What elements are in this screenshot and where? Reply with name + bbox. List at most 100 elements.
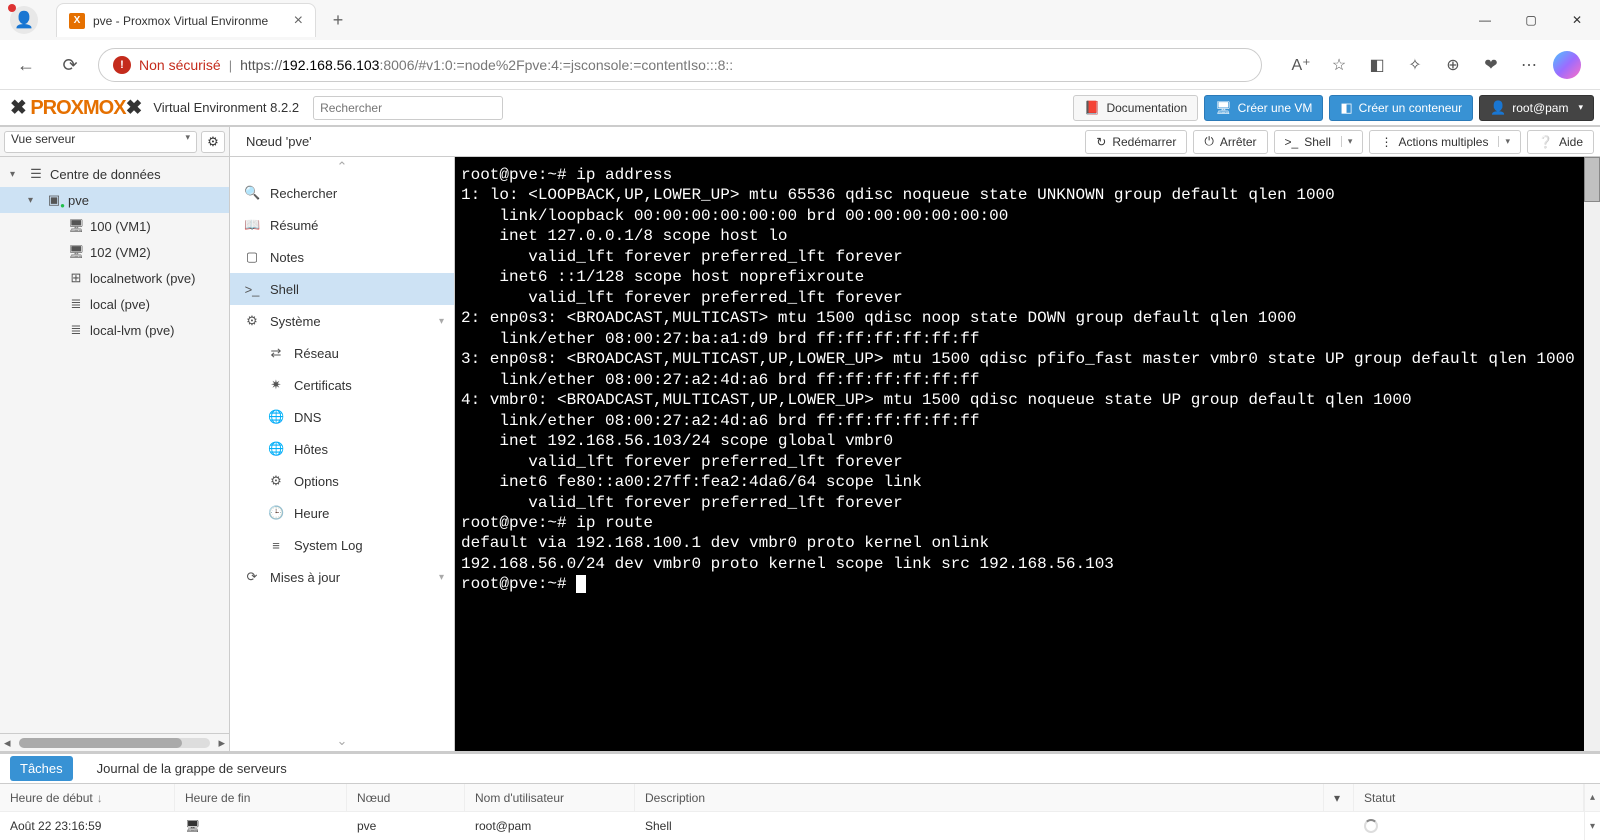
maximize-button[interactable]: ▢ xyxy=(1508,0,1554,40)
tree-item-100-vm1-[interactable]: 🖥 100 (VM1) xyxy=(0,213,229,239)
display-icon: 🖥 xyxy=(68,218,84,234)
read-aloud-icon[interactable]: A⁺ xyxy=(1284,48,1318,82)
app-body: Vue serveur▾ ⚙ ▾☰Centre de données▾▣pve🖥… xyxy=(0,126,1600,751)
log-header: Heure de début↓ Heure de fin Nœud Nom d'… xyxy=(0,784,1600,812)
nav-item-rechercher[interactable]: 🔍Rechercher xyxy=(230,177,454,209)
nav-item-options[interactable]: ⚙Options xyxy=(230,465,454,497)
new-tab-button[interactable]: + xyxy=(324,6,352,34)
tree-label: 102 (VM2) xyxy=(90,245,151,260)
address-bar[interactable]: ! Non sécurisé | https://192.168.56.103:… xyxy=(98,48,1262,82)
log-scroll-down[interactable]: ▾ xyxy=(1584,812,1600,840)
global-search-input[interactable] xyxy=(313,96,503,120)
task-row[interactable]: Août 22 23:16:59 🖥 pve root@pam Shell ▾ xyxy=(0,812,1600,840)
more-icon[interactable]: ⋯ xyxy=(1512,48,1546,82)
help-button[interactable]: ❔Aide xyxy=(1527,130,1594,154)
node-nav-list: 🔍Rechercher📖Résumé▢Notes>_Shell⚙Système▾… xyxy=(230,177,454,731)
nav-icon: >_ xyxy=(244,282,260,297)
split-icon[interactable]: ◧ xyxy=(1360,48,1394,82)
chevron-down-icon[interactable]: ▾ xyxy=(1498,136,1510,147)
col-menu[interactable]: ▾ xyxy=(1324,784,1354,811)
back-button[interactable]: ← xyxy=(10,49,42,81)
view-selector[interactable]: Vue serveur▾ xyxy=(4,131,197,153)
tree-label: 100 (VM1) xyxy=(90,219,151,234)
create-ct-button[interactable]: ◧Créer un conteneur xyxy=(1329,95,1473,121)
menu-icon: ⋮ xyxy=(1380,135,1392,149)
collapse-up-button[interactable]: ⌃ xyxy=(230,157,454,177)
tree-arrow-icon: ▾ xyxy=(10,169,22,180)
tree-item-102-vm2-[interactable]: 🖥102 (VM2) xyxy=(0,239,229,265)
tree-item-localnetwork-pve-[interactable]: ⊞localnetwork (pve) xyxy=(0,265,229,291)
create-vm-button[interactable]: 🖥Créer une VM xyxy=(1204,95,1323,121)
nav-icon: 🔍 xyxy=(244,185,260,201)
nav-item-h-tes[interactable]: 🌐Hôtes xyxy=(230,433,454,465)
nav-item-syst-me[interactable]: ⚙Système▾ xyxy=(230,305,454,337)
nav-label: Heure xyxy=(294,506,329,521)
content-panel: root@pve:~# ip address 1: lo: <LOOPBACK,… xyxy=(455,157,1600,751)
nav-item-dns[interactable]: 🌐DNS xyxy=(230,401,454,433)
log-scroll-up[interactable]: ▴ xyxy=(1584,784,1600,811)
browser-tab[interactable]: X pve - Proxmox Virtual Environme × xyxy=(56,3,316,37)
documentation-button[interactable]: 📕Documentation xyxy=(1073,95,1198,121)
resource-tree-panel: Vue serveur▾ ⚙ ▾☰Centre de données▾▣pve🖥… xyxy=(0,127,230,751)
shell-button[interactable]: >_Shell▾ xyxy=(1274,130,1364,154)
nav-item-notes[interactable]: ▢Notes xyxy=(230,241,454,273)
nav-item-r-sum-[interactable]: 📖Résumé xyxy=(230,209,454,241)
insecure-icon: ! xyxy=(113,56,131,74)
tree-item-pve[interactable]: ▾▣pve xyxy=(0,187,229,213)
nav-item-heure[interactable]: 🕒Heure xyxy=(230,497,454,529)
col-status[interactable]: Statut xyxy=(1354,784,1584,811)
terminal-icon: >_ xyxy=(1285,135,1299,149)
cell-desc: Shell xyxy=(635,812,1324,840)
nav-item-shell[interactable]: >_Shell xyxy=(230,273,454,305)
col-node[interactable]: Nœud xyxy=(347,784,465,811)
tab-title: pve - Proxmox Virtual Environme xyxy=(93,14,286,28)
refresh-button[interactable]: ⟳ xyxy=(54,49,86,81)
nav-item-mises-jour[interactable]: ⟳Mises à jour▾ xyxy=(230,561,454,593)
profile-avatar[interactable]: 👤 xyxy=(10,6,38,34)
minimize-button[interactable]: — xyxy=(1462,0,1508,40)
close-window-button[interactable]: ✕ xyxy=(1554,0,1600,40)
cell-status xyxy=(1354,812,1584,840)
user-label: root@pam xyxy=(1512,101,1568,115)
nav-icon: ≡ xyxy=(268,538,284,553)
console-scrollbar[interactable] xyxy=(1584,157,1600,751)
nav-icon: ▢ xyxy=(244,249,260,265)
network-icon: ⊞ xyxy=(68,270,84,286)
tree-item-local-pve-[interactable]: ≣local (pve) xyxy=(0,291,229,317)
close-tab-icon[interactable]: × xyxy=(294,12,303,30)
cell-end: 🖥 xyxy=(175,812,347,840)
restart-button[interactable]: ↻Redémarrer xyxy=(1085,130,1187,154)
tree-settings-button[interactable]: ⚙ xyxy=(201,131,225,153)
user-menu-button[interactable]: 👤root@pam▾ xyxy=(1479,95,1594,121)
shutdown-button[interactable]: ⏻Arrêter xyxy=(1193,130,1267,154)
tree-item-local-lvm-pve-[interactable]: ≣local-lvm (pve) xyxy=(0,317,229,343)
nav-label: Certificats xyxy=(294,378,352,393)
favorite-icon[interactable]: ☆ xyxy=(1322,48,1356,82)
book-icon: 📕 xyxy=(1084,100,1100,116)
tree-item-centre-de-donn-es[interactable]: ▾☰Centre de données xyxy=(0,161,229,187)
proxmox-favicon: X xyxy=(69,13,85,29)
col-user[interactable]: Nom d'utilisateur xyxy=(465,784,635,811)
shell-console[interactable]: root@pve:~# ip address 1: lo: <LOOPBACK,… xyxy=(455,157,1600,751)
nav-item-r-seau[interactable]: ⇄Réseau xyxy=(230,337,454,369)
extensions-icon[interactable]: ⊕ xyxy=(1436,48,1470,82)
collections-icon[interactable]: ✧ xyxy=(1398,48,1432,82)
nav-icon: ⇄ xyxy=(268,345,284,361)
col-end-time[interactable]: Heure de fin xyxy=(175,784,347,811)
shield-icon[interactable]: ❤ xyxy=(1474,48,1508,82)
nav-item-system-log[interactable]: ≡System Log xyxy=(230,529,454,561)
node-nav-panel: ⌃ 🔍Rechercher📖Résumé▢Notes>_Shell⚙Systèm… xyxy=(230,157,455,751)
tree-hscrollbar[interactable]: ◂ ▸ xyxy=(0,733,229,751)
app-header: ✖ PROXMOX✖ Virtual Environment 8.2.2 📕Do… xyxy=(0,90,1600,126)
col-desc[interactable]: Description xyxy=(635,784,1324,811)
col-start-time[interactable]: Heure de début↓ xyxy=(0,784,175,811)
nav-icon: ⚙ xyxy=(268,473,284,489)
server-icon: ☰ xyxy=(28,166,44,182)
nav-item-certificats[interactable]: ✷Certificats xyxy=(230,369,454,401)
collapse-down-button[interactable]: ⌄ xyxy=(230,731,454,751)
bulk-actions-button[interactable]: ⋮Actions multiples▾ xyxy=(1369,130,1521,154)
copilot-icon[interactable] xyxy=(1550,48,1584,82)
tab-tasks[interactable]: Tâches xyxy=(10,756,73,781)
tab-cluster-log[interactable]: Journal de la grappe de serveurs xyxy=(87,756,297,781)
chevron-down-icon[interactable]: ▾ xyxy=(1341,136,1353,147)
